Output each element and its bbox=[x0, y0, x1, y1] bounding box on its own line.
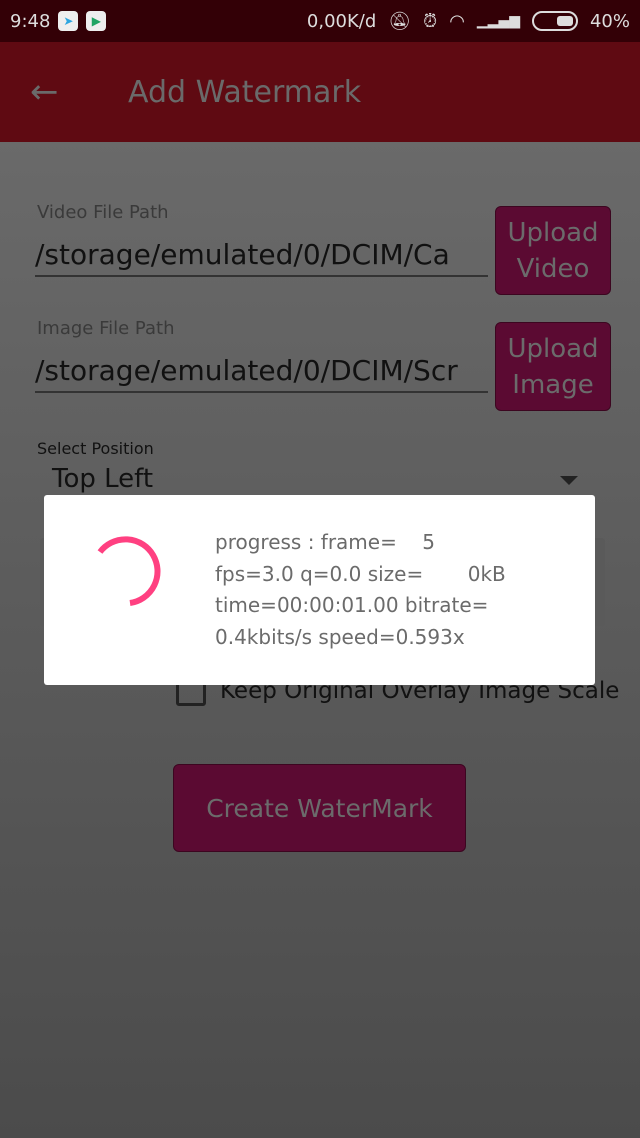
progress-message: progress : frame= 5 fps=3.0 q=0.0 size= … bbox=[215, 530, 506, 649]
page-title: Add Watermark bbox=[128, 74, 362, 110]
clock: 9:48 bbox=[10, 10, 51, 32]
arrow-left-icon[interactable]: ← bbox=[30, 72, 70, 112]
image-path-input[interactable]: /storage/emulated/0/DCIM/Scr bbox=[35, 354, 488, 393]
alarm-icon: ⏰︎ bbox=[423, 10, 438, 32]
create-watermark-button[interactable]: Create WaterMark bbox=[173, 764, 466, 852]
network-speed: 0,00K/d bbox=[306, 10, 377, 32]
mute-icon: 🔕︎ bbox=[388, 10, 412, 32]
battery-icon bbox=[531, 11, 578, 31]
toolbar: ← Add Watermark bbox=[0, 42, 640, 142]
wifi-icon: ◠ bbox=[449, 10, 465, 32]
status-bar: 9:48 ➤ ▶ 0,00K/d 🔕︎ ⏰︎ ◠ ▁▂▄▆ 40% bbox=[0, 0, 640, 42]
video-path-label: Video File Path bbox=[37, 202, 169, 223]
loading-spinner-icon bbox=[97, 536, 161, 606]
position-label: Select Position bbox=[37, 439, 154, 458]
battery-level: 40% bbox=[589, 10, 630, 32]
upload-video-button[interactable]: Upload Video bbox=[495, 206, 611, 295]
keep-scale-checkbox[interactable] bbox=[176, 682, 206, 706]
play-store-icon: ▶ bbox=[86, 11, 107, 31]
position-select[interactable]: Top Left bbox=[52, 464, 153, 494]
image-path-label: Image File Path bbox=[37, 318, 175, 339]
upload-image-button[interactable]: Upload Image bbox=[495, 322, 611, 411]
video-path-input[interactable]: /storage/emulated/0/DCIM/Ca bbox=[35, 238, 488, 277]
telegram-icon: ➤ bbox=[58, 11, 79, 31]
dropdown-arrow-icon[interactable] bbox=[560, 476, 578, 485]
progress-dialog: progress : frame= 5 fps=3.0 q=0.0 size= … bbox=[44, 495, 595, 685]
signal-icon: ▁▂▄▆ bbox=[476, 13, 520, 29]
